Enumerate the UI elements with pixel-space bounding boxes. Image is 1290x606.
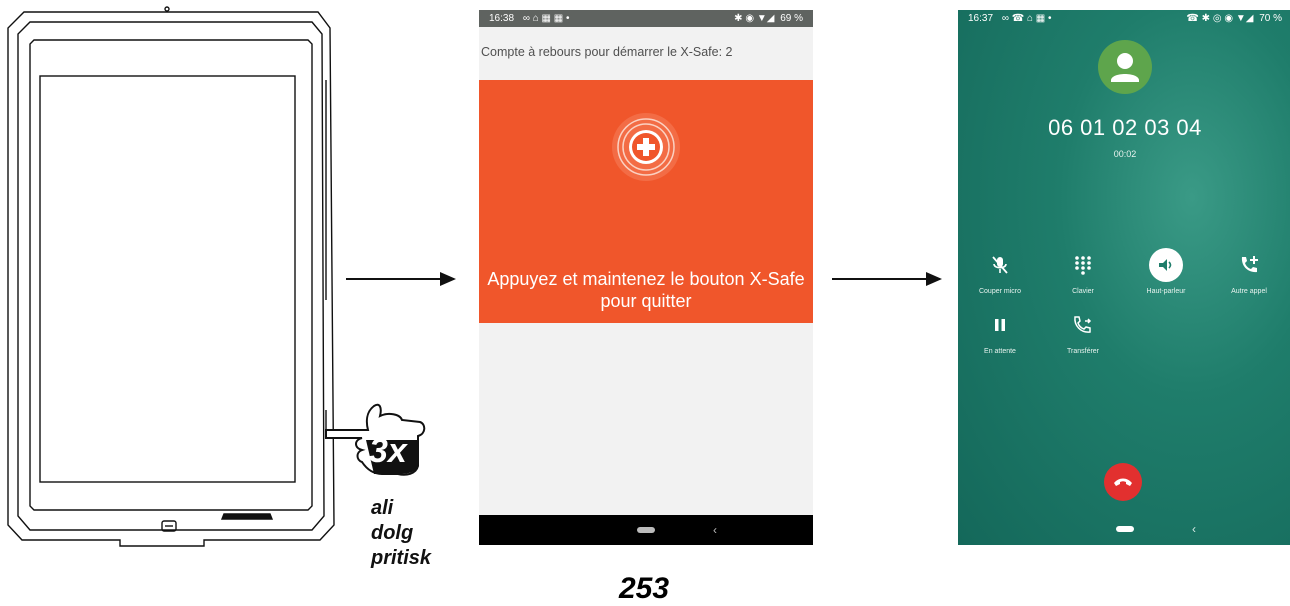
hint-line: ali [371, 497, 394, 519]
home-pill[interactable] [1116, 526, 1134, 532]
call-screen: 16:37 ∞ ☎ ⌂ ▦ • ☎ ✱ ◎ ◉ ▼◢ 70 % 06 01 02… [958, 10, 1290, 545]
add-call-icon [1241, 256, 1258, 273]
status-icons: ∞ ☎ ⌂ ▦ • [1001, 13, 1052, 24]
back-chevron-icon[interactable]: ‹ [1192, 522, 1196, 536]
hint-line: pritisk [371, 547, 432, 569]
page-number: 253 [619, 572, 670, 605]
add-call-button[interactable]: Autre appel [1211, 248, 1287, 295]
xsafe-panel[interactable]: Appuyez et maintenez le bouton X-Safe po… [479, 80, 813, 323]
tablet-illustration [7, 6, 335, 547]
status-time: 16:37 [968, 13, 994, 24]
press-count-badge: 3x [369, 432, 407, 470]
status-time: 16:38 [489, 13, 515, 24]
back-chevron-icon[interactable]: ‹ [713, 523, 717, 537]
caller-number: 06 01 02 03 04 [1048, 115, 1202, 140]
transfer-button[interactable]: Transférer [1045, 308, 1121, 355]
status-icons: ✱ ◉ ▼◢ [734, 13, 775, 24]
battery-level: 69 % [780, 13, 803, 24]
dialpad-icon [1075, 256, 1091, 275]
control-label: Clavier [1072, 288, 1094, 295]
mute-button[interactable]: Couper micro [962, 248, 1038, 295]
status-left: 16:38 ∞ ⌂ ▦ ▦ • [489, 13, 570, 24]
sos-plus-icon [612, 113, 680, 181]
control-label: En attente [984, 348, 1016, 355]
flow-arrow-2 [832, 272, 942, 286]
hint-line: dolg [371, 522, 414, 544]
countdown-label: Compte à rebours pour démarrer le X-Safe… [481, 45, 733, 59]
hangup-button[interactable] [1104, 463, 1142, 501]
status-icons: ☎ ✱ ◎ ◉ ▼◢ [1186, 13, 1254, 24]
mic-off-icon [992, 256, 1008, 274]
countdown-screen: 16:38 ∞ ⌂ ▦ ▦ • ✱ ◉ ▼◢ 69 % Compte à reb… [479, 10, 813, 545]
status-bar: 16:37 ∞ ☎ ⌂ ▦ • ☎ ✱ ◎ ◉ ▼◢ 70 % [958, 10, 1290, 27]
contact-avatar [1098, 40, 1152, 94]
status-icons: ∞ ⌂ ▦ ▦ • [522, 13, 570, 24]
transfer-icon [1074, 316, 1092, 333]
speaker-button[interactable]: Haut-parleur [1128, 248, 1204, 295]
speaker-icon [1159, 259, 1172, 271]
control-label: Couper micro [978, 288, 1021, 295]
exit-instruction: Appuyez et maintenez le bouton X-Safe po… [487, 269, 805, 311]
pause-icon [995, 319, 1005, 331]
status-bar: 16:38 ∞ ⌂ ▦ ▦ • ✱ ◉ ▼◢ 69 % [479, 10, 813, 27]
hold-button[interactable]: En attente [962, 308, 1038, 355]
battery-level: 70 % [1259, 13, 1282, 24]
control-label: Transférer [1066, 348, 1100, 355]
status-right: ✱ ◉ ▼◢ 69 % [734, 13, 803, 24]
status-right: ☎ ✱ ◎ ◉ ▼◢ 70 % [1186, 13, 1282, 24]
control-label: Autre appel [1231, 288, 1267, 295]
status-left: 16:37 ∞ ☎ ⌂ ▦ • [968, 13, 1052, 24]
home-pill[interactable] [637, 527, 655, 533]
end-call-icon [1114, 478, 1132, 486]
call-timer: 00:02 [1113, 149, 1137, 159]
press-hint-text: ali dolg pritisk [371, 496, 431, 571]
dialpad-button[interactable]: Clavier [1045, 248, 1121, 295]
control-label: Haut-parleur [1146, 288, 1186, 295]
flow-arrow-1 [346, 272, 456, 286]
nav-bar: ‹ [479, 515, 813, 545]
person-icon [1111, 53, 1139, 82]
